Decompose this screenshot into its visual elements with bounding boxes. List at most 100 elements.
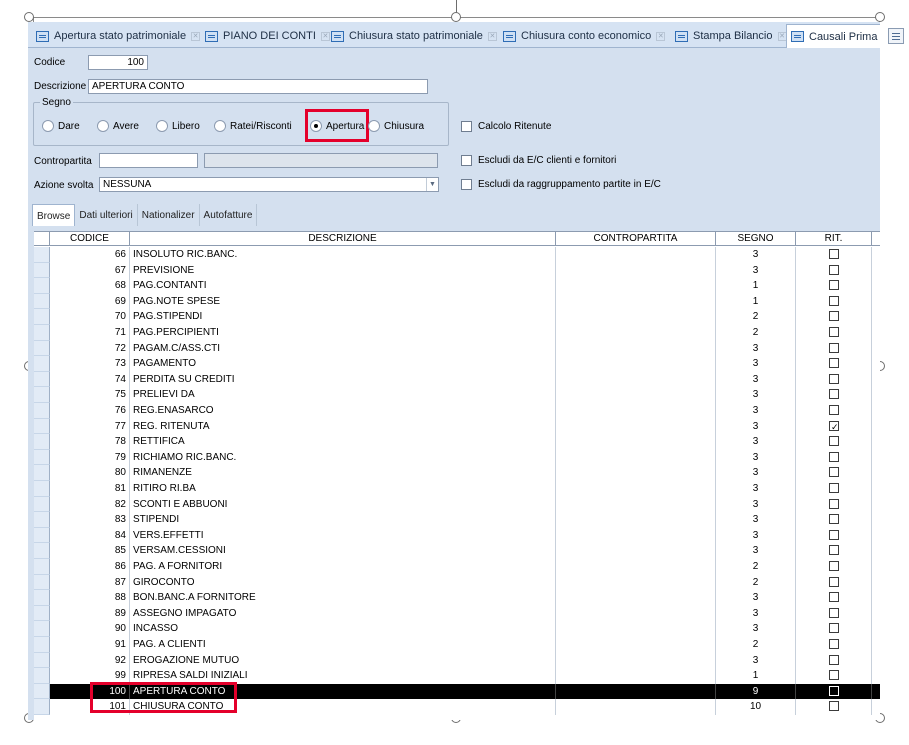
checkbox-icon[interactable] xyxy=(829,389,839,400)
tab-autofatture[interactable]: Autofatture xyxy=(200,204,258,226)
tab-apertura-stato-patrimoniale[interactable]: Apertura stato patrimoniale ✕ xyxy=(32,25,206,47)
table-row[interactable]: 77 REG. RITENUTA 3 xyxy=(34,418,880,435)
table-row[interactable]: 69 PAG.NOTE SPESE 1 xyxy=(34,293,880,310)
checkbox-icon[interactable] xyxy=(829,607,839,618)
table-row[interactable]: 84 VERS.EFFETTI 3 xyxy=(34,527,880,544)
azione-svolta-dropdown[interactable]: NESSUNA ▼ xyxy=(99,177,439,192)
header-contropartita[interactable]: CONTROPARTITA xyxy=(556,232,716,246)
table-row[interactable]: 68 PAG.CONTANTI 1 xyxy=(34,278,880,294)
row-indicator[interactable] xyxy=(34,387,50,403)
close-icon[interactable]: ✕ xyxy=(656,31,666,41)
row-indicator[interactable] xyxy=(34,418,50,435)
row-indicator[interactable] xyxy=(34,605,50,622)
table-row[interactable]: 72 PAGAM.C/ASS.CTI 3 xyxy=(34,340,880,357)
header-rit[interactable]: RIT. xyxy=(796,232,872,246)
row-indicator[interactable] xyxy=(34,449,50,466)
table-row[interactable]: 76 REG.ENASARCO 3 xyxy=(34,403,880,419)
checkbox-icon[interactable] xyxy=(829,358,839,369)
tab-chiusura-stato-patrimoniale[interactable]: Chiusura stato patrimoniale ✕ xyxy=(327,25,503,47)
table-row[interactable]: 90 INCASSO 3 xyxy=(34,621,880,637)
contropartita-field[interactable] xyxy=(99,153,198,168)
checkbox-icon[interactable] xyxy=(829,561,839,571)
radio-chiusura[interactable]: Chiusura xyxy=(368,120,424,132)
radio-avere[interactable]: Avere xyxy=(97,120,139,132)
checkbox-icon[interactable] xyxy=(829,545,839,556)
tab-causali-prima[interactable]: Causali Prima xyxy=(786,24,880,48)
codice-field[interactable]: 100 xyxy=(88,55,148,70)
row-indicator[interactable] xyxy=(34,574,50,591)
checkbox-icon[interactable] xyxy=(829,701,839,712)
row-indicator[interactable] xyxy=(34,496,50,513)
close-icon[interactable]: ✕ xyxy=(191,31,201,41)
row-indicator[interactable] xyxy=(34,262,50,279)
table-row[interactable]: 73 PAGAMENTO 3 xyxy=(34,356,880,372)
tab-browse[interactable]: Browse xyxy=(32,204,76,226)
descrizione-field[interactable]: APERTURA CONTO xyxy=(88,79,428,94)
radio-apertura[interactable]: Apertura xyxy=(310,120,364,132)
checkbox-icon[interactable] xyxy=(829,483,839,493)
radio-ratei-risconti[interactable]: Ratei/Risconti xyxy=(214,120,292,132)
table-row[interactable]: 67 PREVISIONE 3 xyxy=(34,262,880,279)
row-indicator[interactable] xyxy=(34,371,50,388)
resize-handle-tr[interactable] xyxy=(875,12,885,22)
checkbox-icon[interactable] xyxy=(829,311,839,322)
table-row[interactable]: 71 PAG.PERCIPIENTI 2 xyxy=(34,325,880,341)
table-row[interactable]: 91 PAG. A CLIENTI 2 xyxy=(34,637,880,653)
resize-handle-tl[interactable] xyxy=(24,12,34,22)
checkbox-icon[interactable] xyxy=(829,514,839,525)
table-row[interactable]: 75 PRELIEVI DA 3 xyxy=(34,387,880,403)
table-row[interactable]: 83 STIPENDI 3 xyxy=(34,512,880,528)
table-row[interactable]: 100 APERTURA CONTO 9 xyxy=(34,683,880,700)
checkbox-icon[interactable] xyxy=(829,249,839,259)
checkbox-icon[interactable] xyxy=(829,467,839,478)
checkbox-icon[interactable] xyxy=(829,498,839,509)
row-indicator[interactable] xyxy=(34,309,50,325)
row-indicator[interactable] xyxy=(34,247,50,263)
checkbox-icon[interactable] xyxy=(829,280,839,291)
table-row[interactable]: 88 BON.BANC.A FORNITORE 3 xyxy=(34,590,880,606)
header-descrizione[interactable]: DESCRIZIONE xyxy=(130,232,556,246)
row-indicator[interactable] xyxy=(34,481,50,497)
row-indicator[interactable] xyxy=(34,559,50,575)
checkbox-icon[interactable] xyxy=(829,685,839,696)
table-row[interactable]: 92 EROGAZIONE MUTUO 3 xyxy=(34,652,880,669)
checkbox-icon[interactable] xyxy=(829,436,839,447)
row-indicator[interactable] xyxy=(34,668,50,684)
checkbox-icon[interactable] xyxy=(829,451,839,462)
checkbox-icon[interactable] xyxy=(829,592,839,603)
table-row[interactable]: 79 RICHIAMO RIC.BANC. 3 xyxy=(34,449,880,466)
escludi-raggruppamento-checkbox[interactable]: Escludi da raggruppamento partite in E/C xyxy=(461,179,661,190)
calcolo-ritenute-checkbox[interactable]: Calcolo Ritenute xyxy=(461,121,551,132)
table-row[interactable]: 87 GIROCONTO 2 xyxy=(34,574,880,591)
row-indicator[interactable] xyxy=(34,590,50,606)
row-indicator[interactable] xyxy=(34,434,50,450)
escludi-ec-checkbox[interactable]: Escludi da E/C clienti e fornitori xyxy=(461,155,616,166)
table-row[interactable]: 66 INSOLUTO RIC.BANC. 3 xyxy=(34,247,880,263)
row-indicator[interactable] xyxy=(34,465,50,481)
row-indicator[interactable] xyxy=(34,278,50,294)
table-row[interactable]: 80 RIMANENZE 3 xyxy=(34,465,880,481)
checkbox-icon[interactable] xyxy=(829,654,839,665)
checkbox-icon[interactable] xyxy=(829,576,839,587)
table-row[interactable]: 74 PERDITA SU CREDITI 3 xyxy=(34,371,880,388)
table-row[interactable]: 70 PAG.STIPENDI 2 xyxy=(34,309,880,325)
checkbox-icon[interactable] xyxy=(829,295,839,306)
row-indicator[interactable] xyxy=(34,699,50,715)
table-row[interactable]: 78 RETTIFICA 3 xyxy=(34,434,880,450)
row-indicator[interactable] xyxy=(34,527,50,544)
checkbox-icon[interactable] xyxy=(829,327,839,337)
row-indicator[interactable] xyxy=(34,683,50,700)
tab-piano-dei-conti[interactable]: PIANO DEI CONTI ✕ xyxy=(201,25,336,47)
row-indicator[interactable] xyxy=(34,543,50,559)
table-row[interactable]: 86 PAG. A FORNITORI 2 xyxy=(34,559,880,575)
table-row[interactable]: 99 RIPRESA SALDI INIZIALI 1 xyxy=(34,668,880,684)
table-row[interactable]: 82 SCONTI E ABBUONI 3 xyxy=(34,496,880,513)
checkbox-icon[interactable] xyxy=(829,373,839,384)
tab-chiusura-conto-economico[interactable]: Chiusura conto economico ✕ xyxy=(499,25,671,47)
table-row[interactable]: 81 RITIRO RI.BA 3 xyxy=(34,481,880,497)
close-icon[interactable]: ✕ xyxy=(487,31,497,41)
table-row[interactable]: 89 ASSEGNO IMPAGATO 3 xyxy=(34,605,880,622)
radio-libero[interactable]: Libero xyxy=(156,120,200,132)
checkbox-icon[interactable] xyxy=(829,623,839,634)
checkbox-checked-icon[interactable] xyxy=(829,420,839,434)
